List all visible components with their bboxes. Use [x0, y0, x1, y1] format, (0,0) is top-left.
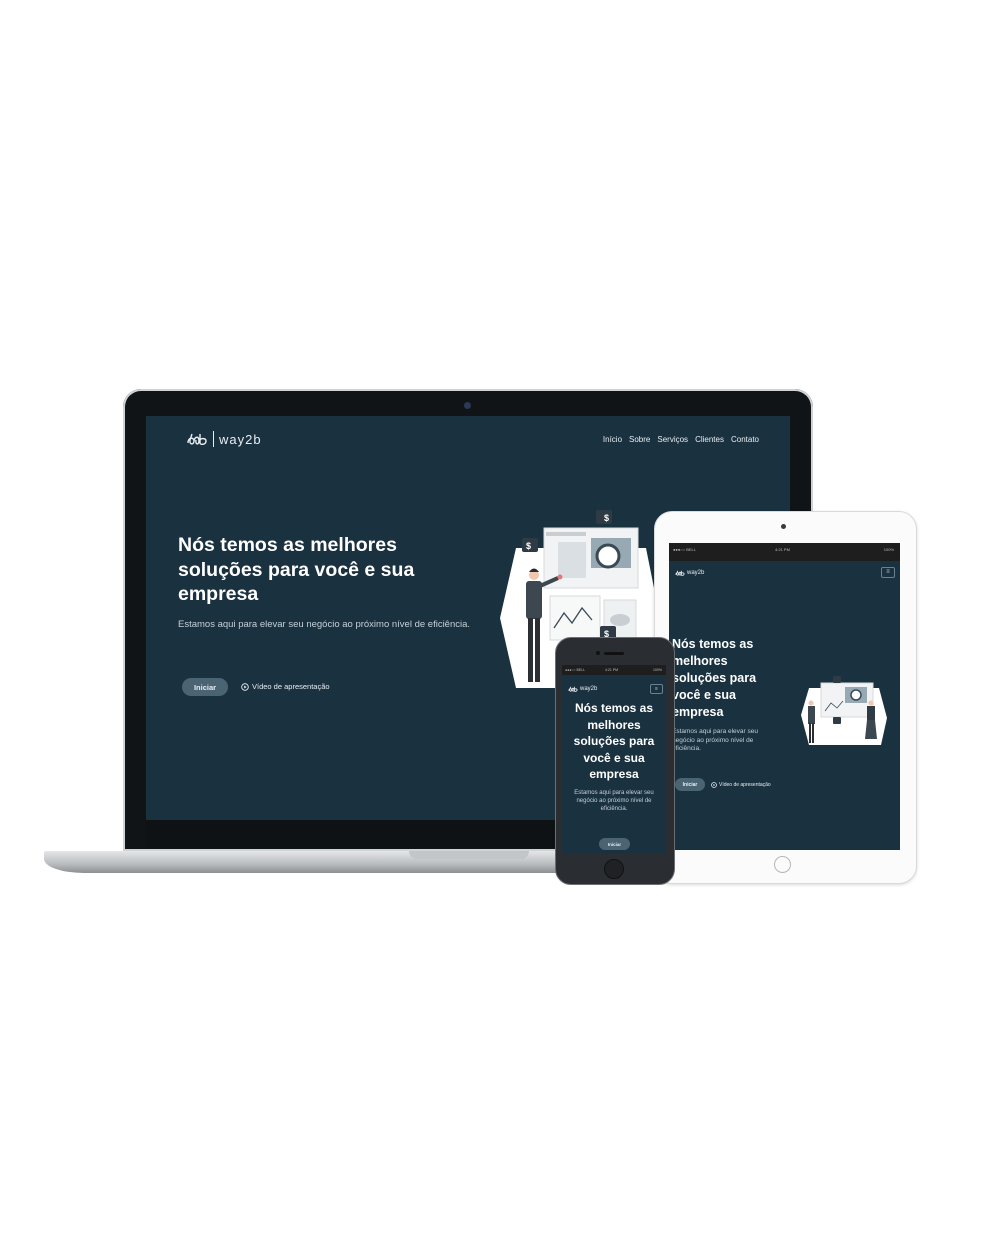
status-battery: 100% [883, 547, 894, 552]
hero-subtitle: Estamos aqui para elevar seu negócio ao … [672, 728, 758, 752]
dollar-badge-left: $ [526, 541, 531, 551]
nav-item-clientes[interactable]: Clientes [695, 435, 724, 444]
start-button[interactable]: Iniciar [182, 678, 228, 696]
status-carrier: ●●●○○ BELL [565, 668, 586, 672]
tablet-website-screen: ●●●○○ BELL 4:21 PM 100% way2b ≡ Nós temo… [669, 543, 900, 850]
phone-status-bar: ●●●○○ BELL 4:21 PM 100% [562, 665, 666, 675]
video-link[interactable]: Vídeo de apresentação [711, 782, 771, 788]
phone-home-button [604, 859, 624, 879]
dollar-badge-top: $ [604, 513, 609, 523]
nav-item-contato[interactable]: Contato [731, 435, 759, 444]
video-link[interactable]: Vídeo de apresentação [241, 682, 330, 691]
main-nav: Início Sobre Serviços Clientes Contato [603, 435, 759, 444]
site-logo[interactable]: way2b [675, 569, 704, 577]
phone-camera [596, 651, 600, 655]
play-circle-icon [711, 782, 717, 788]
hamburger-menu-icon[interactable]: ≡ [650, 684, 663, 694]
status-battery: 100% [653, 668, 662, 672]
status-carrier: ●●●○○ BELL [673, 547, 696, 552]
tablet-status-bar: ●●●○○ BELL 4:21 PM 100% [669, 543, 900, 561]
play-circle-icon [241, 682, 249, 691]
logo-separator [213, 431, 214, 447]
logo-text: way2b [580, 686, 598, 692]
start-button[interactable]: Iniciar [599, 838, 630, 850]
status-time: 4:21 PM [605, 668, 619, 672]
hero-subtitle: Estamos aqui para elevar seu negócio ao … [178, 619, 471, 630]
phone-speaker [604, 652, 624, 655]
hero-title: Nós temos as melhores soluções para você… [178, 534, 415, 605]
phone-website-screen: ●●●○○ BELL 4:21 PM 100% way2b ≡ Nós temo… [562, 665, 666, 854]
logo-text: way2b [687, 570, 705, 576]
laptop-notch [409, 851, 529, 859]
nav-item-sobre[interactable]: Sobre [629, 435, 650, 444]
business-dashboard-illustration [801, 676, 887, 745]
hero-title: Nós temos as melhores soluções para você… [573, 701, 655, 781]
start-button[interactable]: Iniciar [675, 778, 705, 791]
hamburger-menu-icon[interactable]: ≡ [881, 567, 895, 578]
tablet-camera [781, 524, 786, 529]
tablet-home-button [774, 856, 791, 873]
way2b-logo-icon [187, 433, 207, 446]
logo-text: way2b [219, 431, 262, 447]
laptop-camera [464, 402, 471, 409]
way2b-logo-icon [568, 686, 578, 692]
video-link-label: Vídeo de apresentação [719, 782, 771, 788]
nav-item-inicio[interactable]: Início [603, 435, 622, 444]
site-logo[interactable]: way2b [186, 431, 262, 447]
video-link-label: Vídeo de apresentação [252, 682, 330, 691]
site-logo[interactable]: way2b [568, 685, 597, 693]
status-time: 4:21 PM [775, 547, 790, 552]
way2b-logo-icon [675, 570, 685, 576]
hero-subtitle: Estamos aqui para elevar seu negócio ao … [574, 790, 654, 812]
nav-item-servicos[interactable]: Serviços [657, 435, 688, 444]
hero-title: Nós temos as melhores soluções para você… [672, 637, 757, 719]
